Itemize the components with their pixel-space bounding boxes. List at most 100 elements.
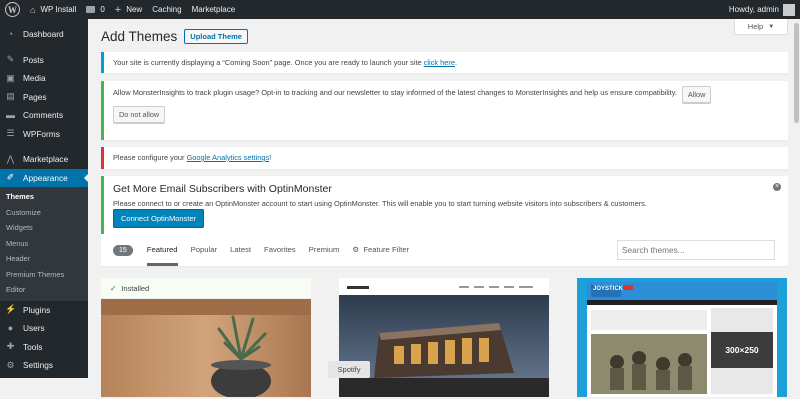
settings-icon: ⚙ [6, 359, 15, 370]
connect-optinmonster-button[interactable]: Connect OptinMonster [113, 209, 205, 228]
site-name: WP Install [40, 5, 77, 14]
page-icon: ▤ [6, 91, 15, 102]
coming-soon-text: Your site is currently displaying a “Com… [113, 58, 422, 67]
sidebar-item-marketplace[interactable]: ⋀ Marketplace [0, 150, 88, 169]
sidebar-item-label: Appearance [23, 172, 68, 183]
sidebar-item-label: Media [23, 73, 46, 84]
form-icon: ☰ [6, 128, 15, 139]
ad-size-label: 300×250 [725, 345, 759, 355]
upload-theme-button[interactable]: Upload Theme [184, 29, 248, 44]
allow-button[interactable]: Allow [681, 86, 712, 103]
site-name-menu[interactable]: ⌂ WP Install [25, 0, 81, 19]
sidebar-item-label: Plugins [23, 304, 51, 315]
theme-count-badge: 15 [113, 244, 133, 256]
main-content: Help ▼ Add Themes Upload Theme Your site… [88, 19, 800, 399]
sidebar-item-label: Settings [23, 360, 53, 371]
sidebar-item-pages[interactable]: ▤ Pages [0, 88, 88, 107]
submenu-item-widgets[interactable]: Widgets [0, 220, 88, 236]
scrollbar-thumb[interactable] [794, 23, 799, 123]
theme-screenshot-plant [101, 299, 311, 399]
theme-card-joystick[interactable]: JOYSTICK 300×250 [577, 278, 787, 397]
do-not-allow-button[interactable]: Do not allow [113, 106, 166, 123]
installed-banner: ✓ Installed [101, 278, 311, 299]
theme-filter-bar: 15 Featured Popular Latest Favorites Pre… [101, 234, 788, 266]
tab-featured[interactable]: Featured [146, 234, 178, 266]
dismiss-icon[interactable]: × [773, 183, 781, 191]
marketplace-label: Marketplace [191, 5, 236, 14]
sidebar-item-label: WPForms [23, 128, 60, 139]
analytics-text: Please configure your [113, 153, 185, 162]
new-content-menu[interactable]: + New [110, 0, 147, 19]
optinmonster-text: Please connect to or create an OptinMons… [113, 199, 647, 208]
tab-favorites[interactable]: Favorites [264, 234, 296, 266]
monsterinsights-text: Allow MonsterInsights to track plugin us… [113, 88, 677, 97]
comment-icon [86, 6, 96, 13]
monsterinsights-notice: Allow MonsterInsights to track plugin us… [101, 81, 788, 140]
submenu-item-themes[interactable]: Themes [0, 189, 88, 205]
coming-soon-notice: Your site is currently displaying a “Com… [101, 52, 788, 73]
appearance-submenu: Themes Customize Widgets Menus Header Pr… [0, 187, 88, 301]
installed-label: Installed [121, 283, 150, 293]
caching-menu[interactable]: Caching [147, 0, 186, 19]
tab-premium[interactable]: Premium [309, 234, 340, 266]
comments-menu[interactable]: 0 [81, 0, 109, 19]
click-here-link[interactable]: click here [424, 58, 455, 67]
sidebar-item-label: Users [23, 323, 45, 334]
feature-filter-button[interactable]: ⚙ Feature Filter [352, 234, 409, 266]
caret-down-icon: ▼ [768, 23, 775, 30]
sidebar-item-comments[interactable]: ▬ Comments [0, 106, 88, 125]
optinmonster-title: Get More Email Subscribers with OptinMon… [113, 183, 332, 195]
optinmonster-notice: Get More Email Subscribers with OptinMon… [101, 176, 788, 235]
spotify-tooltip: Spotify [328, 361, 370, 378]
analytics-settings-link[interactable]: Google Analytics settings [187, 153, 270, 162]
avatar [783, 3, 795, 16]
submenu-item-header[interactable]: Header [0, 251, 88, 267]
search-themes-input[interactable] [617, 240, 775, 260]
sidebar-item-settings[interactable]: ⚙ Settings [0, 356, 88, 375]
sidebar-item-users[interactable]: ● Users [0, 319, 88, 338]
submenu-item-customize[interactable]: Customize [0, 205, 88, 221]
plug-icon: ⚡ [5, 304, 17, 315]
submenu-item-menus[interactable]: Menus [0, 236, 88, 252]
submenu-item-editor[interactable]: Editor [0, 282, 88, 298]
wp-logo-menu[interactable]: W [0, 0, 25, 19]
tab-popular[interactable]: Popular [191, 234, 218, 266]
media-icon: ▣ [6, 72, 15, 83]
sidebar-item-label: Comments [23, 110, 64, 121]
new-label: New [126, 5, 143, 14]
sidebar-item-dashboard[interactable]: ◔ Dashboard [0, 25, 88, 44]
theme-screenshot-building [339, 278, 549, 397]
sidebar-item-tools[interactable]: ✚ Tools [0, 338, 88, 357]
sidebar-item-label: Dashboard [23, 29, 64, 40]
account-menu[interactable]: Howdy, admin [724, 0, 800, 19]
page-scrollbar[interactable] [793, 19, 800, 378]
tab-latest[interactable]: Latest [230, 234, 251, 266]
comment-icon: ▬ [6, 109, 15, 120]
brush-icon: ✐ [6, 172, 15, 183]
admin-sidebar: ◔ Dashboard ✎ Posts ▣ Media ▤ Pages ▬ Comment… [0, 19, 88, 378]
submenu-item-premium-themes[interactable]: Premium Themes [0, 267, 88, 283]
sidebar-item-posts[interactable]: ✎ Posts [0, 51, 88, 70]
sidebar-item-wpforms[interactable]: ☰ WPForms [0, 125, 88, 144]
users-icon: ● [7, 322, 14, 333]
comments-count: 0 [100, 5, 105, 14]
sidebar-item-label: Posts [23, 54, 44, 65]
plus-icon: + [114, 3, 122, 16]
sidebar-item-plugins[interactable]: ⚡ Plugins [0, 301, 88, 320]
checkmark-icon: ✓ [110, 283, 117, 293]
sidebar-item-label: Tools [23, 341, 43, 352]
caching-label: Caching [152, 5, 182, 14]
title-row: Add Themes Upload Theme [101, 29, 248, 44]
theme-card-building[interactable] [339, 278, 549, 397]
admin-bar: W ⌂ WP Install 0 + New Caching Marketpla… [0, 0, 800, 19]
feature-filter-label: Feature Filter [363, 245, 410, 254]
marketplace-menu[interactable]: Marketplace [187, 0, 241, 19]
sidebar-item-appearance[interactable]: ✐ Appearance [0, 168, 88, 187]
theme-card-installed[interactable]: ✓ Installed [101, 278, 311, 399]
marketplace-icon: ⋀ [6, 153, 15, 164]
ad-placeholder: 300×250 [711, 332, 773, 368]
sidebar-item-media[interactable]: ▣ Media [0, 69, 88, 88]
help-tab-button[interactable]: Help ▼ [734, 19, 788, 35]
joystick-logo: JOYSTICK [593, 286, 624, 292]
howdy-text: Howdy, admin [728, 5, 779, 14]
